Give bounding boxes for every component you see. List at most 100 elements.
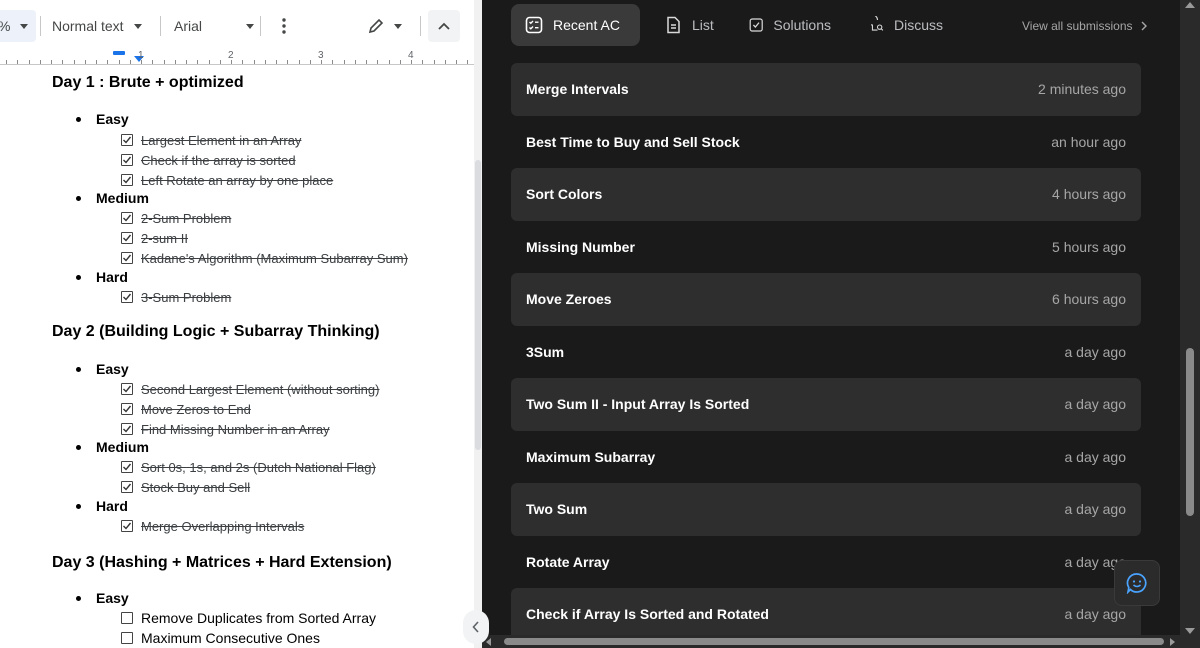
checkbox-checked-icon[interactable] xyxy=(121,134,133,146)
checkbox-unchecked-icon[interactable] xyxy=(121,612,133,624)
task-label: Move Zeros to End xyxy=(141,401,251,417)
checkbox-unchecked-icon[interactable] xyxy=(121,632,133,644)
ruler-tick xyxy=(6,60,7,64)
checklist-item[interactable]: Find Missing Number in an Array xyxy=(121,421,330,437)
submission-row[interactable]: Missing Number 5 hours ago xyxy=(511,221,1141,274)
checkbox-checked-icon[interactable] xyxy=(121,212,133,224)
toolbar-divider xyxy=(40,16,41,36)
checklist-item[interactable]: 2-Sum Problem xyxy=(121,210,231,226)
checklist-item[interactable]: Remove Duplicates from Sorted Array xyxy=(121,610,376,626)
first-line-indent-marker[interactable] xyxy=(113,51,125,55)
horizontal-scrollbar-thumb[interactable] xyxy=(504,638,1164,645)
horizontal-ruler[interactable]: 1 2 3 4 xyxy=(0,50,474,68)
checkbox-checked-icon[interactable] xyxy=(121,403,133,415)
ruler-tick xyxy=(456,60,457,64)
checklist-item[interactable]: 3-Sum Problem xyxy=(121,289,231,305)
checkbox-checked-icon[interactable] xyxy=(121,423,133,435)
submission-row[interactable]: Check if Array Is Sorted and Rotated a da… xyxy=(511,588,1141,641)
view-all-submissions-link[interactable]: View all submissions xyxy=(1022,14,1147,38)
ruler-tick xyxy=(51,60,52,64)
checkbox-checked-icon[interactable] xyxy=(121,174,133,186)
submission-row[interactable]: Two Sum a day ago xyxy=(511,483,1141,536)
checkbox-checked-icon[interactable] xyxy=(121,383,133,395)
submission-row[interactable]: Sort Colors 4 hours ago xyxy=(511,168,1141,221)
paragraph-style-select[interactable]: Normal text xyxy=(44,10,156,42)
ruler-tick xyxy=(175,60,176,64)
checklist-item[interactable]: Stock Buy and Sell xyxy=(121,479,250,495)
checklist-item[interactable]: Merge Overlapping Intervals xyxy=(121,518,304,534)
ruler-tick xyxy=(96,60,97,64)
ruler-tick xyxy=(265,60,266,64)
task-label: Remove Duplicates from Sorted Array xyxy=(141,610,376,626)
submissions-tab-bar: Recent AC List Solutions Discuss View al… xyxy=(482,0,1200,52)
chevron-down-icon xyxy=(246,23,254,29)
collapse-panel-button[interactable] xyxy=(463,610,489,644)
checkbox-checked-icon[interactable] xyxy=(121,252,133,264)
scroll-left-arrow-icon[interactable] xyxy=(486,638,491,646)
problem-title: Two Sum II - Input Array Is Sorted xyxy=(526,396,750,413)
submission-row[interactable]: Best Time to Buy and Sell Stock an hour a… xyxy=(511,116,1141,169)
ruler-tick xyxy=(107,60,108,64)
docs-scrollbar-thumb[interactable] xyxy=(475,160,481,450)
tab-recent-ac[interactable]: Recent AC xyxy=(511,4,640,46)
checklist-item[interactable]: Largest Element in an Array xyxy=(121,132,301,148)
task-label: Largest Element in an Array xyxy=(141,132,302,148)
submission-row[interactable]: 3Sum a day ago xyxy=(511,326,1141,379)
tab-list[interactable]: List xyxy=(650,4,730,46)
checkbox-checked-icon[interactable] xyxy=(121,481,133,493)
checklist-item[interactable]: Check if the array is sorted xyxy=(121,152,296,168)
ruler-tick xyxy=(254,60,255,64)
ruler-tick xyxy=(434,60,435,64)
tab-solutions[interactable]: Solutions xyxy=(735,4,845,46)
ruler-tick xyxy=(164,60,165,64)
document-page[interactable]: Day 1 : Brute + optimized Easy Largest E… xyxy=(0,70,474,648)
day2-heading: Day 2 (Building Logic + Subarray Thinkin… xyxy=(52,323,380,340)
submission-row[interactable]: Maximum Subarray a day ago xyxy=(511,431,1141,484)
submissions-scrollbar[interactable] xyxy=(1180,0,1200,648)
checkbox-checked-icon[interactable] xyxy=(121,291,133,303)
checklist-item[interactable]: 2-sum II xyxy=(121,230,188,246)
scroll-down-arrow-icon[interactable] xyxy=(1185,628,1195,634)
problem-title: Move Zeroes xyxy=(526,291,612,308)
checkbox-checked-icon[interactable] xyxy=(121,461,133,473)
ruler-tick xyxy=(220,60,221,64)
docs-scrollbar[interactable] xyxy=(474,0,482,648)
leetcode-panel: Recent AC List Solutions Discuss View al… xyxy=(482,0,1200,648)
submission-row[interactable]: Two Sum II - Input Array Is Sorted a day … xyxy=(511,378,1141,431)
problem-title: Merge Intervals xyxy=(526,81,629,98)
checklist-item[interactable]: Kadane's Algorithm (Maximum Subarray Sum… xyxy=(121,250,408,266)
checklist-item[interactable]: Second Largest Element (without sorting) xyxy=(121,381,379,397)
checkbox-checked-icon[interactable] xyxy=(121,520,133,532)
submission-row[interactable]: Move Zeroes 6 hours ago xyxy=(511,273,1141,326)
zoom-select[interactable]: % xyxy=(0,10,36,42)
submission-time: a day ago xyxy=(1064,343,1127,360)
checklist-item[interactable]: Maximum Consecutive Ones xyxy=(121,630,320,646)
problem-title: Sort Colors xyxy=(526,186,603,203)
horizontal-scrollbar[interactable] xyxy=(482,635,1180,648)
checkbox-checked-icon[interactable] xyxy=(121,154,133,166)
problem-title: Best Time to Buy and Sell Stock xyxy=(526,133,740,150)
ruler-tick xyxy=(389,60,390,64)
more-options-button[interactable] xyxy=(270,10,298,42)
checklist-item[interactable]: Move Zeros to End xyxy=(121,401,251,417)
smiley-chat-icon xyxy=(1126,573,1147,594)
ruler-tick xyxy=(332,60,333,64)
hide-menus-button[interactable] xyxy=(428,10,460,42)
checklist-item[interactable]: Left Rotate an array by one place xyxy=(121,172,333,188)
feedback-button[interactable] xyxy=(1114,560,1160,606)
submission-row[interactable]: Rotate Array a day ago xyxy=(511,536,1141,589)
task-label: Second Largest Element (without sorting) xyxy=(141,381,380,397)
scroll-right-arrow-icon[interactable] xyxy=(1170,638,1175,646)
checklist-item[interactable]: Sort 0s, 1s, and 2s (Dutch National Flag… xyxy=(121,459,376,475)
submission-row[interactable]: Merge Intervals 2 minutes ago xyxy=(511,63,1141,116)
ruler-tick xyxy=(445,60,446,64)
document-icon xyxy=(667,16,680,34)
tab-discuss[interactable]: Discuss xyxy=(857,4,957,46)
font-family-select[interactable]: Arial xyxy=(166,10,256,42)
scroll-up-arrow-icon[interactable] xyxy=(1185,2,1195,8)
google-docs-window: % Normal text Arial 1 2 3 xyxy=(0,0,482,648)
checkbox-checked-icon[interactable] xyxy=(121,232,133,244)
submission-time: a day ago xyxy=(1064,448,1127,465)
editing-mode-button[interactable] xyxy=(360,10,410,42)
submissions-scrollbar-thumb[interactable] xyxy=(1186,348,1194,516)
